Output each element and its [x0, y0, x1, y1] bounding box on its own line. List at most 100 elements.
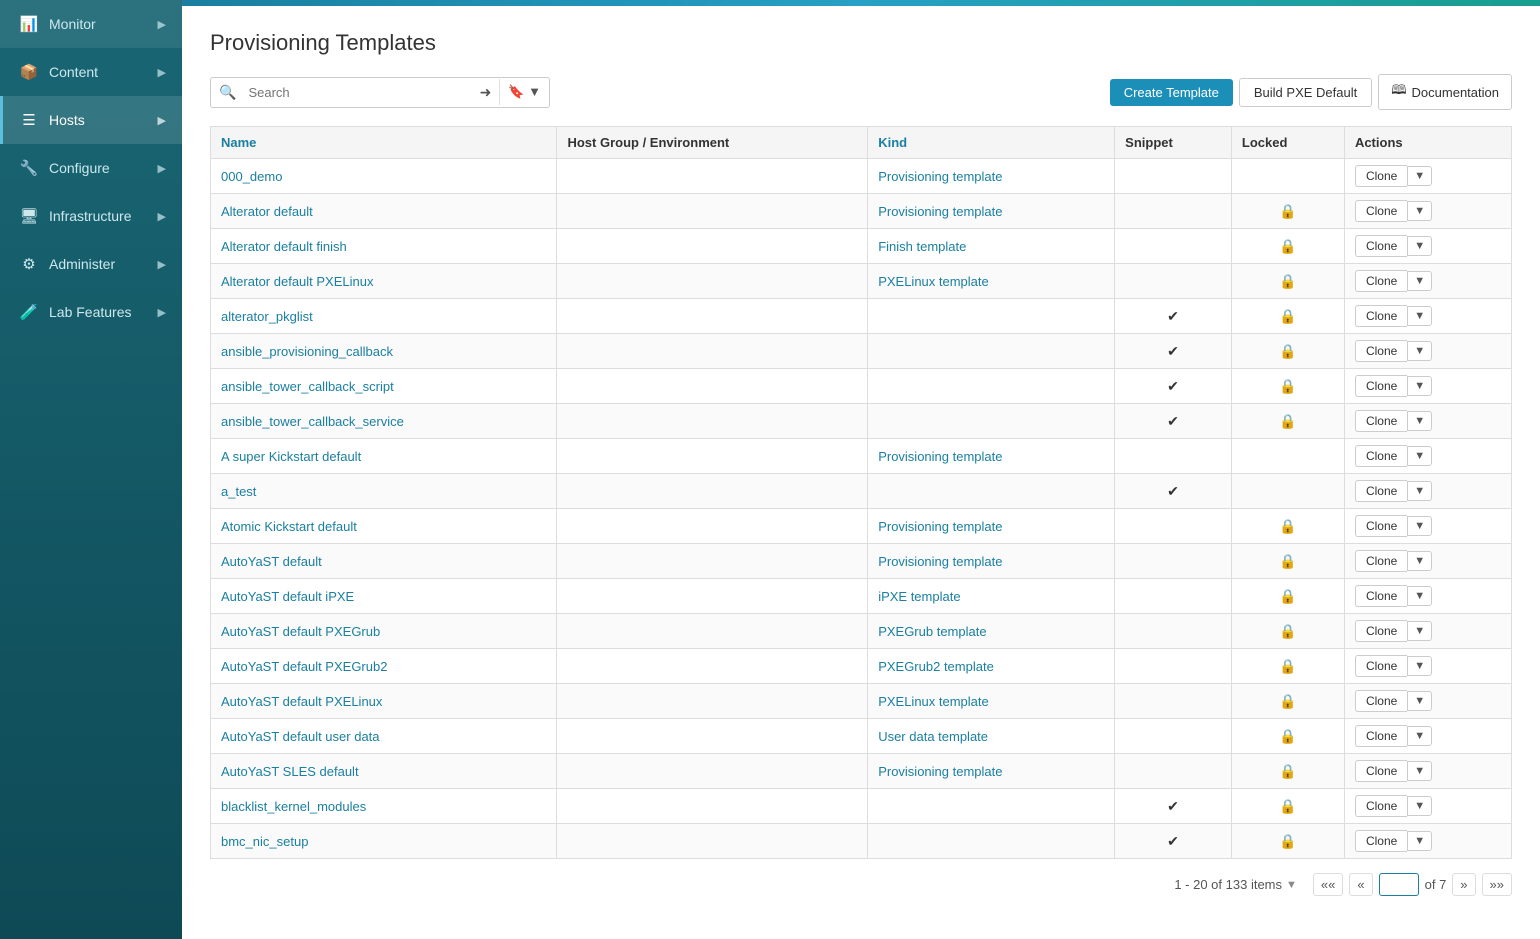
name-link[interactable]: a_test — [221, 484, 256, 499]
cell-kind: Provisioning template — [868, 544, 1115, 579]
search-submit-button[interactable]: ➜ — [472, 79, 500, 106]
cell-hostgroup — [557, 824, 868, 859]
name-link[interactable]: ansible_provisioning_callback — [221, 344, 393, 359]
clone-button[interactable]: Clone — [1355, 200, 1407, 222]
clone-dropdown-button[interactable]: ▼ — [1407, 341, 1432, 361]
kind-link[interactable]: iPXE template — [878, 589, 960, 604]
clone-dropdown-button[interactable]: ▼ — [1407, 411, 1432, 431]
clone-dropdown-button[interactable]: ▼ — [1407, 236, 1432, 256]
kind-link[interactable]: PXELinux template — [878, 694, 989, 709]
clone-button[interactable]: Clone — [1355, 165, 1407, 187]
sidebar-item-lab-features[interactable]: 🧪 Lab Features ▶ — [0, 288, 182, 336]
name-link[interactable]: Alterator default PXELinux — [221, 274, 373, 289]
documentation-button[interactable]: 🕮 Documentation — [1378, 74, 1512, 110]
clone-button[interactable]: Clone — [1355, 795, 1407, 817]
name-link[interactable]: bmc_nic_setup — [221, 834, 308, 849]
kind-link[interactable]: Finish template — [878, 239, 966, 254]
pagination-page-input[interactable]: 1 — [1379, 873, 1419, 896]
clone-button[interactable]: Clone — [1355, 270, 1407, 292]
sidebar-item-content[interactable]: 📦 Content ▶ — [0, 48, 182, 96]
clone-dropdown-button[interactable]: ▼ — [1407, 481, 1432, 501]
clone-dropdown-button[interactable]: ▼ — [1407, 621, 1432, 641]
sidebar-item-infrastructure[interactable]: 🖥 Infrastructure ▶ — [0, 192, 182, 240]
kind-link[interactable]: PXEGrub2 template — [878, 659, 994, 674]
col-header-kind[interactable]: Kind — [868, 127, 1115, 159]
name-link[interactable]: AutoYaST default PXELinux — [221, 694, 382, 709]
main-content: Provisioning Templates 🔍 ➜ 🔖 ▼ Create Te… — [182, 0, 1540, 939]
kind-link[interactable]: PXELinux template — [878, 274, 989, 289]
cell-name: AutoYaST default iPXE — [211, 579, 557, 614]
clone-button[interactable]: Clone — [1355, 235, 1407, 257]
name-link[interactable]: Alterator default — [221, 204, 313, 219]
name-link[interactable]: AutoYaST default iPXE — [221, 589, 354, 604]
name-link[interactable]: Atomic Kickstart default — [221, 519, 357, 534]
search-input[interactable] — [244, 80, 471, 105]
name-link[interactable]: alterator_pkglist — [221, 309, 313, 324]
sidebar-item-configure[interactable]: 🔧 Configure ▶ — [0, 144, 182, 192]
clone-dropdown-button[interactable]: ▼ — [1407, 761, 1432, 781]
clone-btn-wrap: Clone ▼ — [1355, 725, 1501, 747]
name-link[interactable]: blacklist_kernel_modules — [221, 799, 366, 814]
clone-dropdown-button[interactable]: ▼ — [1407, 516, 1432, 536]
clone-dropdown-button[interactable]: ▼ — [1407, 201, 1432, 221]
pagination-info[interactable]: 1 - 20 of 133 items ▼ — [1174, 877, 1297, 892]
create-template-button[interactable]: Create Template — [1110, 79, 1233, 106]
clone-button[interactable]: Clone — [1355, 480, 1407, 502]
clone-button[interactable]: Clone — [1355, 410, 1407, 432]
clone-dropdown-button[interactable]: ▼ — [1407, 306, 1432, 326]
clone-dropdown-button[interactable]: ▼ — [1407, 166, 1432, 186]
name-link[interactable]: A super Kickstart default — [221, 449, 361, 464]
kind-link[interactable]: Provisioning template — [878, 554, 1002, 569]
name-link[interactable]: Alterator default finish — [221, 239, 347, 254]
pagination-prev-button[interactable]: « — [1349, 873, 1372, 896]
clone-button[interactable]: Clone — [1355, 725, 1407, 747]
clone-dropdown-button[interactable]: ▼ — [1407, 376, 1432, 396]
clone-dropdown-button[interactable]: ▼ — [1407, 691, 1432, 711]
kind-link[interactable]: User data template — [878, 729, 988, 744]
clone-button[interactable]: Clone — [1355, 655, 1407, 677]
kind-link[interactable]: Provisioning template — [878, 449, 1002, 464]
clone-button[interactable]: Clone — [1355, 585, 1407, 607]
name-link[interactable]: ansible_tower_callback_script — [221, 379, 394, 394]
kind-link[interactable]: Provisioning template — [878, 204, 1002, 219]
clone-button[interactable]: Clone — [1355, 550, 1407, 572]
clone-button[interactable]: Clone — [1355, 515, 1407, 537]
clone-dropdown-button[interactable]: ▼ — [1407, 796, 1432, 816]
clone-button[interactable]: Clone — [1355, 620, 1407, 642]
kind-link[interactable]: Provisioning template — [878, 519, 1002, 534]
clone-dropdown-button[interactable]: ▼ — [1407, 446, 1432, 466]
clone-button[interactable]: Clone — [1355, 830, 1407, 852]
pagination-last-button[interactable]: »» — [1482, 873, 1512, 896]
clone-button[interactable]: Clone — [1355, 690, 1407, 712]
pagination-next-button[interactable]: » — [1452, 873, 1475, 896]
sidebar-item-administer[interactable]: ⚙ Administer ▶ — [0, 240, 182, 288]
clone-dropdown-button[interactable]: ▼ — [1407, 831, 1432, 851]
clone-button[interactable]: Clone — [1355, 445, 1407, 467]
col-header-name[interactable]: Name — [211, 127, 557, 159]
kind-link[interactable]: Provisioning template — [878, 764, 1002, 779]
clone-button[interactable]: Clone — [1355, 305, 1407, 327]
clone-dropdown-button[interactable]: ▼ — [1407, 271, 1432, 291]
sidebar-item-hosts[interactable]: ☰ Hosts ▶ — [0, 96, 182, 144]
clone-dropdown-button[interactable]: ▼ — [1407, 551, 1432, 571]
name-link[interactable]: AutoYaST default — [221, 554, 322, 569]
name-link[interactable]: AutoYaST SLES default — [221, 764, 359, 779]
cell-hostgroup — [557, 509, 868, 544]
name-link[interactable]: AutoYaST default PXEGrub — [221, 624, 380, 639]
clone-dropdown-button[interactable]: ▼ — [1407, 586, 1432, 606]
name-link[interactable]: AutoYaST default user data — [221, 729, 380, 744]
kind-link[interactable]: PXEGrub template — [878, 624, 986, 639]
name-link[interactable]: ansible_tower_callback_service — [221, 414, 404, 429]
clone-dropdown-button[interactable]: ▼ — [1407, 656, 1432, 676]
build-pxe-button[interactable]: Build PXE Default — [1239, 78, 1372, 107]
clone-button[interactable]: Clone — [1355, 760, 1407, 782]
clone-button[interactable]: Clone — [1355, 375, 1407, 397]
clone-button[interactable]: Clone — [1355, 340, 1407, 362]
sidebar-item-monitor[interactable]: 📊 Monitor ▶ — [0, 0, 182, 48]
search-bookmark-button[interactable]: 🔖 ▼ — [499, 79, 549, 105]
name-link[interactable]: 000_demo — [221, 169, 282, 184]
clone-dropdown-button[interactable]: ▼ — [1407, 726, 1432, 746]
pagination-first-button[interactable]: «« — [1313, 873, 1343, 896]
name-link[interactable]: AutoYaST default PXEGrub2 — [221, 659, 387, 674]
kind-link[interactable]: Provisioning template — [878, 169, 1002, 184]
